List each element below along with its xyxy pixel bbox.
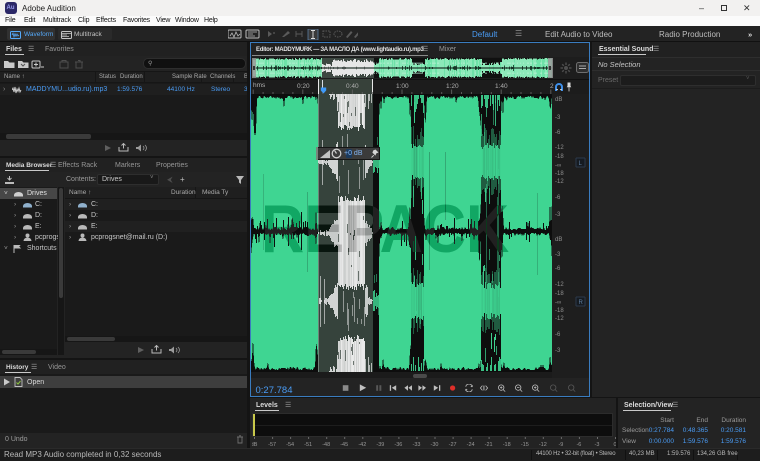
- svg-text:-3: -3: [555, 252, 561, 258]
- svg-text:-21: -21: [485, 442, 493, 447]
- svg-text:-12: -12: [539, 442, 547, 447]
- svg-text:-45: -45: [340, 442, 348, 447]
- svg-text:-54: -54: [286, 442, 294, 447]
- svg-text:dB: dB: [555, 97, 562, 103]
- svg-text:-6: -6: [555, 130, 561, 136]
- svg-text:-18: -18: [555, 154, 564, 160]
- svg-text:-6: -6: [555, 332, 561, 338]
- svg-text:-6: -6: [555, 195, 561, 201]
- svg-text:-12: -12: [555, 179, 564, 185]
- svg-text:-3: -3: [555, 212, 561, 218]
- svg-text:-12: -12: [555, 282, 564, 288]
- svg-text:-3: -3: [595, 442, 600, 447]
- svg-text:-42: -42: [358, 442, 366, 447]
- svg-text:-24: -24: [467, 442, 475, 447]
- svg-text:-6: -6: [555, 266, 561, 272]
- svg-text:-3: -3: [555, 348, 561, 354]
- svg-text:-18: -18: [555, 308, 564, 314]
- svg-text:-9: -9: [558, 442, 563, 447]
- svg-text:-18: -18: [555, 291, 564, 297]
- svg-text:-48: -48: [322, 442, 330, 447]
- svg-text:R: R: [579, 300, 584, 306]
- svg-text:-39: -39: [376, 442, 384, 447]
- svg-text:-12: -12: [555, 316, 564, 322]
- svg-text:-57: -57: [268, 442, 276, 447]
- svg-text:-18: -18: [555, 171, 564, 177]
- svg-text:-27: -27: [449, 442, 457, 447]
- svg-text:-30: -30: [431, 442, 439, 447]
- svg-text:-3: -3: [555, 115, 561, 121]
- svg-text:-12: -12: [555, 145, 564, 151]
- svg-text:dB: dB: [555, 237, 562, 243]
- svg-text:-18: -18: [503, 442, 511, 447]
- svg-text:-51: -51: [304, 442, 312, 447]
- svg-text:-6: -6: [576, 442, 581, 447]
- svg-text:dB: dB: [252, 442, 258, 447]
- svg-text:-33: -33: [413, 442, 421, 447]
- svg-text:-15: -15: [521, 442, 529, 447]
- svg-text:-∞: -∞: [555, 300, 561, 306]
- svg-text:-36: -36: [394, 442, 402, 447]
- svg-text:-∞: -∞: [555, 163, 561, 169]
